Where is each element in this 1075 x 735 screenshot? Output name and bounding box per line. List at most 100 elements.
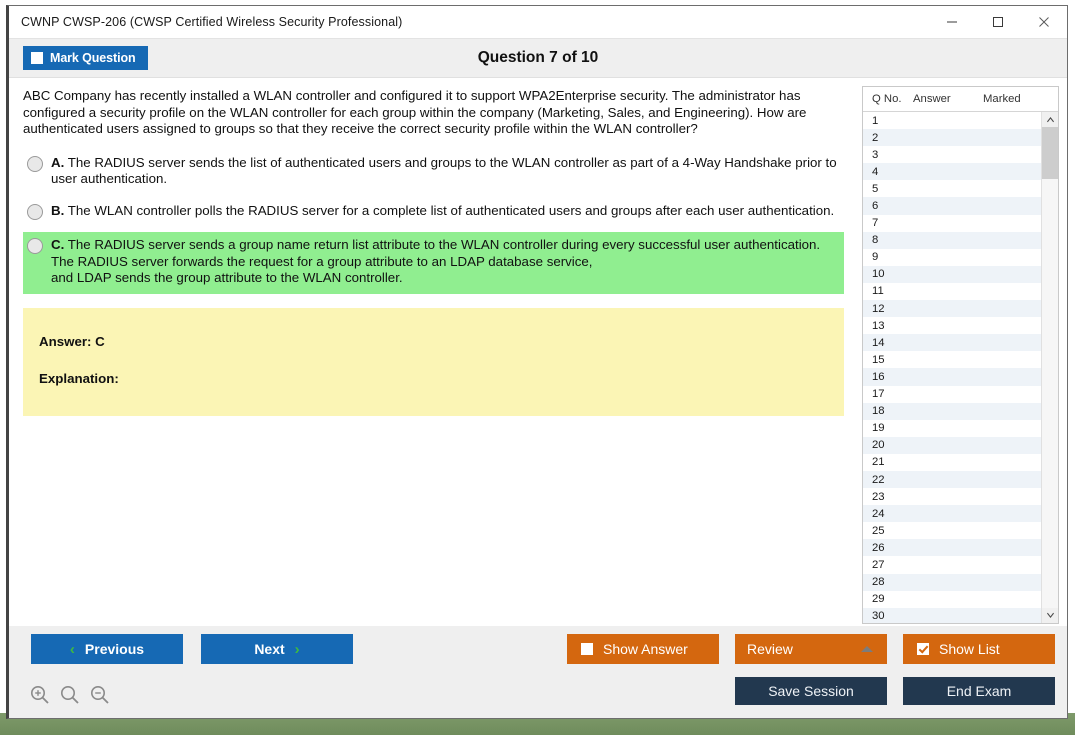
question-list-row[interactable]: 15 [863,351,1041,368]
question-list-row[interactable]: 29 [863,591,1041,608]
question-list-row[interactable]: 4 [863,163,1041,181]
question-list-row[interactable]: 20 [863,436,1041,454]
show-answer-button[interactable]: Show Answer [567,634,719,664]
question-list-row[interactable]: 28 [863,573,1041,591]
answer-option-a[interactable]: A. The RADIUS server sends the list of a… [23,152,844,192]
question-list-row[interactable]: 5 [863,180,1041,197]
show-list-checkbox-icon [917,643,929,655]
previous-button[interactable]: ‹ Previous [31,634,183,664]
scroll-thumb[interactable] [1042,127,1058,179]
cell-no: 7 [872,217,879,230]
zoom-controls [29,684,111,706]
save-session-label: Save Session [768,683,854,699]
scroll-up-icon[interactable] [1042,112,1058,127]
cell-no: 11 [872,285,884,298]
question-list-body: 1 2 3 4 5 6 7 8 9 10 11 12 13 14 15 16 17 18 19 20 21 22 23 24 2… [863,112,1058,623]
cell-no: 5 [872,182,879,195]
review-dropdown-button[interactable]: Review [735,634,887,664]
zoom-out-icon[interactable] [89,684,111,706]
option-body: The RADIUS server sends the list of auth… [51,154,837,187]
save-session-button[interactable]: Save Session [735,677,887,705]
radio-button-icon[interactable] [27,237,43,254]
cell-no: 27 [872,558,885,571]
cell-no: 3 [872,148,879,161]
minimize-button[interactable] [929,6,975,38]
question-list-panel: Q No. Answer Marked 1 2 3 4 5 6 7 8 9 10 11 12 13 14 1… [862,86,1059,624]
chevron-up-icon [861,646,873,652]
mark-question-checkbox-icon [31,52,43,64]
question-list-row[interactable]: 18 [863,402,1041,420]
cell-no: 20 [872,439,885,452]
question-list-row[interactable]: 9 [863,249,1041,266]
scroll-down-icon[interactable] [1042,608,1058,623]
question-list-row[interactable]: 7 [863,215,1041,232]
mark-question-button[interactable]: Mark Question [23,46,148,70]
question-list-row[interactable]: 10 [863,265,1041,283]
cell-no: 17 [872,388,885,401]
cell-no: 28 [872,576,885,589]
cell-no: 19 [872,422,885,435]
question-list-row[interactable]: 23 [863,488,1041,505]
question-list-row[interactable]: 12 [863,300,1041,318]
option-body: The WLAN controller polls the RADIUS ser… [64,202,835,218]
show-answer-checkbox-icon [581,643,593,655]
question-header-bar: Mark Question Question 7 of 10 [9,39,1067,78]
answer-option-b[interactable]: B. The WLAN controller polls the RADIUS … [23,200,844,224]
maximize-icon [993,17,1003,27]
minimize-icon [947,21,957,23]
question-list-row[interactable]: 30 [863,607,1041,623]
option-text: B. The WLAN controller polls the RADIUS … [51,203,834,220]
question-list-scrollbar[interactable] [1041,112,1058,623]
question-list-header: Q No. Answer Marked [863,87,1058,112]
option-text: A. The RADIUS server sends the list of a… [51,155,840,188]
answer-explanation-panel: Answer: C Explanation: [23,307,844,416]
zoom-reset-icon[interactable] [59,684,81,706]
next-button[interactable]: Next › [201,634,353,664]
title-bar: CWNP CWSP-206 (CWSP Certified Wireless S… [9,6,1067,39]
cell-no: 2 [872,131,879,144]
cell-no: 26 [872,541,885,554]
question-list-row[interactable]: 14 [863,334,1041,352]
radio-button-icon[interactable] [27,155,43,172]
previous-label: Previous [84,641,145,657]
question-list-row[interactable]: 8 [863,231,1041,249]
question-list-row[interactable]: 24 [863,505,1041,523]
question-list-row[interactable]: 22 [863,470,1041,489]
question-list-row[interactable]: 19 [863,420,1041,437]
option-letter: C. [51,236,65,252]
show-list-button[interactable]: Show List [903,634,1055,664]
screen: CWNP CWSP-206 (CWSP Certified Wireless S… [0,0,1075,735]
question-text: ABC Company has recently installed a WLA… [23,88,807,137]
end-exam-button[interactable]: End Exam [903,677,1055,705]
cell-no: 21 [872,456,885,469]
close-icon [1039,17,1049,27]
question-list-row[interactable]: 16 [863,368,1041,386]
cell-no: 4 [872,165,879,178]
question-list-row[interactable]: 6 [863,197,1041,215]
question-list-row[interactable]: 21 [863,454,1041,471]
chevron-right-icon: › [294,640,300,658]
option-body: The RADIUS server sends a group name ret… [51,236,821,286]
question-list-row[interactable]: 11 [863,283,1041,300]
cell-no: 15 [872,353,885,366]
close-button[interactable] [1021,6,1067,38]
answer-option-c[interactable]: C. The RADIUS server sends a group name … [23,231,844,294]
question-list-row[interactable]: 2 [863,129,1041,147]
zoom-in-icon[interactable] [29,684,51,706]
question-list-row[interactable]: 17 [863,386,1041,403]
question-list-row[interactable]: 13 [863,317,1041,334]
question-list-row[interactable]: 25 [863,522,1041,539]
question-list-row[interactable]: 1 [863,112,1041,129]
answer-value: Answer: C [39,333,105,349]
maximize-button[interactable] [975,6,1021,38]
question-list-row[interactable]: 27 [863,556,1041,573]
question-list-row[interactable]: 26 [863,539,1041,557]
radio-button-icon[interactable] [27,203,43,220]
cell-no: 30 [872,610,885,623]
scroll-track[interactable] [1042,127,1058,608]
cell-no: 25 [872,524,885,537]
question-list-row[interactable]: 3 [863,146,1041,163]
option-letter: A. [51,154,65,170]
end-exam-label: End Exam [946,683,1012,699]
review-label: Review [747,641,793,657]
